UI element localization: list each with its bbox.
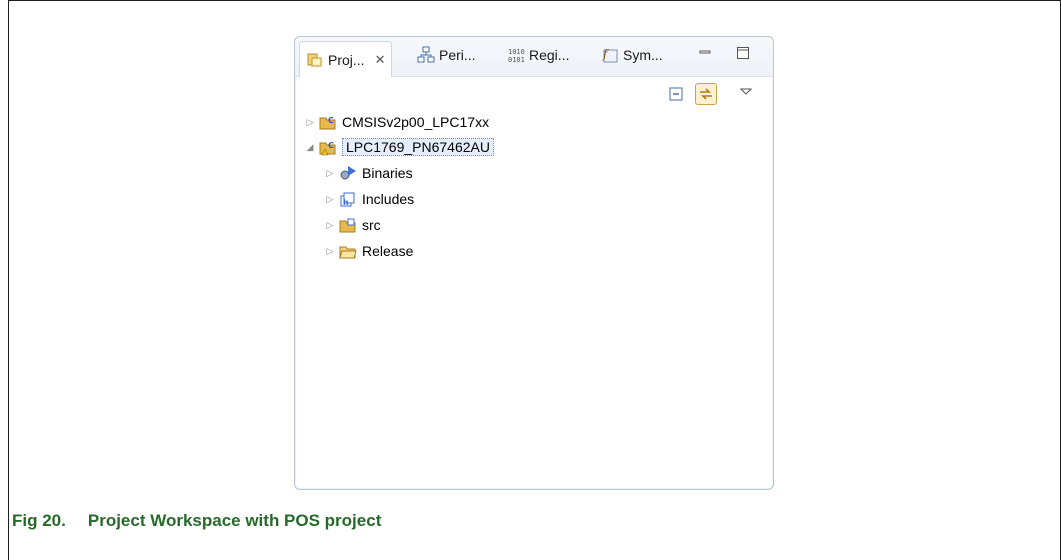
includes-icon: h: [339, 190, 357, 208]
svg-text:0101: 0101: [508, 56, 525, 64]
source-folder-icon: [339, 216, 357, 234]
tree-item-label: src: [362, 217, 381, 233]
registers-icon: 1010 0101: [507, 46, 525, 64]
collapse-arrow-icon[interactable]: ◢: [305, 142, 315, 153]
svg-text:C: C: [328, 141, 334, 150]
expand-arrow-icon[interactable]: ▷: [325, 246, 335, 257]
tab-symbol-viewer[interactable]: f Sym...: [601, 41, 663, 69]
tab-registers[interactable]: 1010 0101 Regi...: [507, 41, 569, 69]
figure-title: Project Workspace with POS project: [87, 511, 382, 530]
tree-item-src[interactable]: ▷ src: [325, 214, 381, 236]
tree-item-label-selected: LPC1769_PN67462AU: [342, 138, 494, 156]
view-tab-bar: Proj... ✕ Peri... 1010 0101 Regi... f Sy…: [295, 37, 773, 77]
expand-arrow-icon[interactable]: ▷: [325, 194, 335, 205]
tree-item-release[interactable]: ▷ Release: [325, 240, 414, 262]
svg-text:h: h: [343, 198, 349, 207]
tab-project-explorer[interactable]: Proj... ✕: [299, 41, 393, 77]
c-project-folder-icon: C: [319, 113, 337, 131]
tab-label: Proj...: [328, 51, 365, 68]
peripherals-icon: [417, 46, 435, 64]
c-project-folder-warning-icon: C: [319, 138, 337, 156]
tree-item-includes[interactable]: ▷ h Includes: [325, 188, 415, 210]
collapse-all-icon[interactable]: [667, 85, 685, 103]
project-explorer-view: Proj... ✕ Peri... 1010 0101 Regi... f Sy…: [294, 36, 774, 490]
symbol-viewer-icon: f: [601, 46, 619, 64]
figure-caption: Fig 20. Project Workspace with POS projec…: [12, 511, 381, 531]
minimize-icon[interactable]: [697, 45, 713, 61]
tree-item-project[interactable]: ▷ C CMSISv2p00_LPC17xx: [305, 111, 490, 133]
tab-label: Regi...: [529, 47, 570, 63]
svg-text:1010: 1010: [508, 48, 525, 56]
folder-icon: [339, 242, 357, 260]
binaries-icon: [339, 164, 357, 182]
project-explorer-icon: [306, 51, 324, 69]
svg-text:C: C: [328, 116, 334, 125]
tree-item-binaries[interactable]: ▷ Binaries: [325, 162, 413, 184]
expand-arrow-icon[interactable]: ▷: [305, 117, 315, 128]
view-menu-chevron-down-icon[interactable]: [739, 85, 757, 103]
tree-item-label: CMSISv2p00_LPC17xx: [342, 114, 490, 130]
close-icon[interactable]: ✕: [375, 52, 386, 68]
maximize-icon[interactable]: [735, 45, 751, 61]
tree-item-label: Binaries: [362, 165, 413, 181]
tab-peripherals[interactable]: Peri...: [417, 41, 476, 69]
link-with-editor-icon[interactable]: [695, 83, 717, 105]
tab-label: Sym...: [623, 47, 663, 63]
tree-item-project[interactable]: ◢ C LPC1769_PN67462AU: [305, 136, 494, 158]
tree-item-label: Release: [362, 243, 414, 259]
figure-number: Fig 20.: [12, 511, 66, 530]
expand-arrow-icon[interactable]: ▷: [325, 168, 335, 179]
tab-label: Peri...: [439, 47, 476, 63]
expand-arrow-icon[interactable]: ▷: [325, 220, 335, 231]
tree-item-label: Includes: [362, 191, 415, 207]
